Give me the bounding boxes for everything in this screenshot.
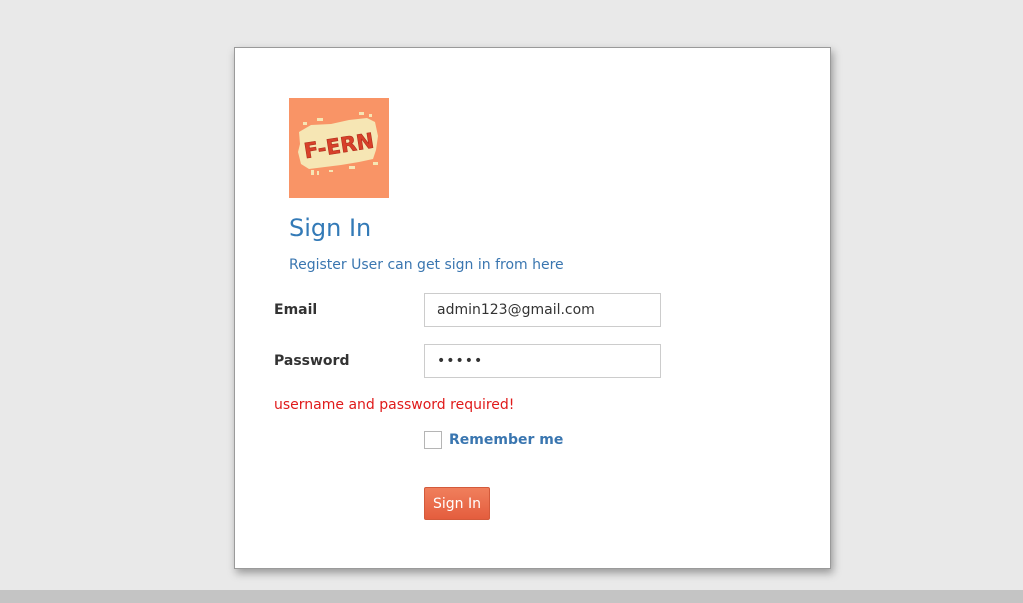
page-title: Sign In: [289, 214, 372, 242]
email-field[interactable]: [424, 293, 661, 327]
error-message: username and password required!: [274, 397, 515, 413]
remember-me-checkbox[interactable]: [424, 431, 442, 449]
remember-me-option[interactable]: Remember me: [424, 431, 563, 449]
remember-me-label[interactable]: Remember me: [449, 432, 563, 448]
sign-in-button[interactable]: Sign In: [424, 487, 490, 520]
password-field[interactable]: [424, 344, 661, 378]
password-label: Password: [274, 353, 350, 369]
page-subtitle: Register User can get sign in from here: [289, 257, 564, 273]
fern-logo: F-ERN: [289, 98, 389, 198]
horizontal-scrollbar[interactable]: [0, 590, 1023, 603]
sign-in-card: F-ERN Sign In Register User can get sign…: [234, 47, 831, 569]
email-label: Email: [274, 302, 318, 318]
